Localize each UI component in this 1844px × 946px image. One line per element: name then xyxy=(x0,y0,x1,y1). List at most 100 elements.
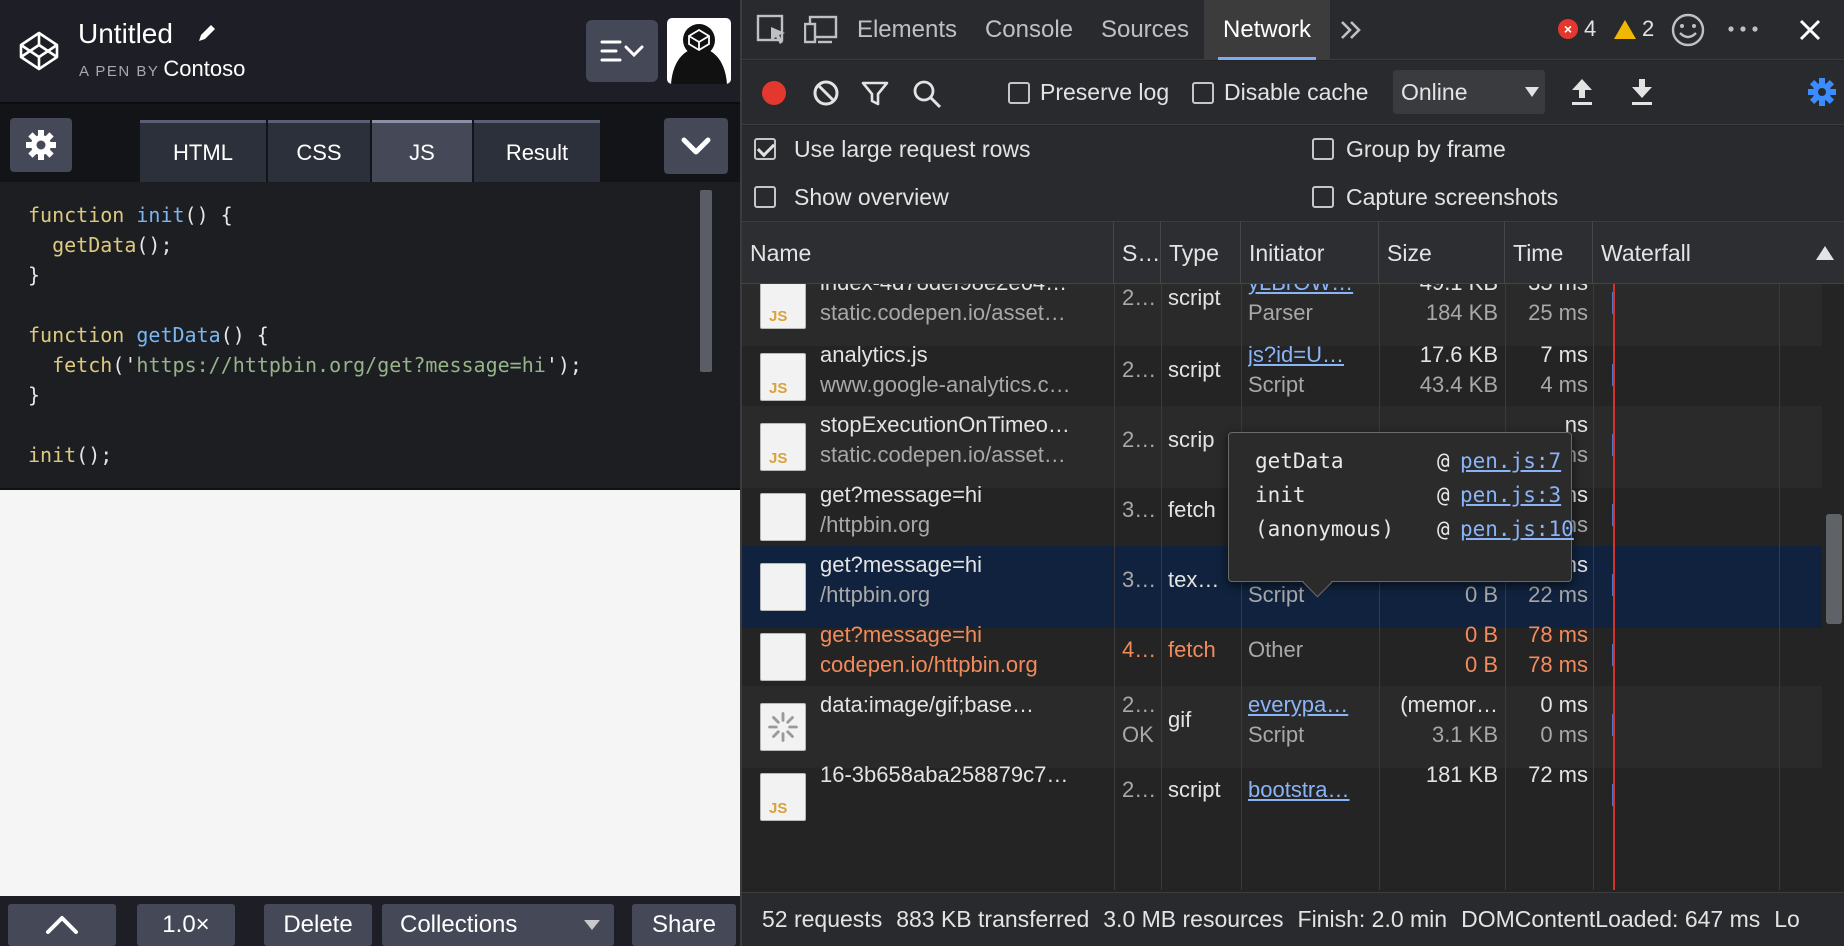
large-rows-label[interactable]: Use large request rows xyxy=(794,136,1031,163)
tab-js[interactable]: JS xyxy=(372,120,472,182)
group-by-frame-label[interactable]: Group by frame xyxy=(1346,136,1506,163)
request-name[interactable]: data:image/gif;base… xyxy=(820,692,1110,718)
capture-screenshots-label[interactable]: Capture screenshots xyxy=(1346,184,1558,211)
request-status: 2… xyxy=(1122,427,1157,452)
network-request-list[interactable]: index-4d78def98e2e64… static.codepen.io/a… xyxy=(742,284,1822,890)
share-button[interactable]: Share xyxy=(632,904,736,946)
call-stack-frame: (anonymous) @ pen.js:10 xyxy=(1255,517,1574,547)
import-har-icon[interactable] xyxy=(1570,77,1594,107)
code-text: () { xyxy=(184,203,233,227)
codepen-logo-icon[interactable] xyxy=(18,30,60,72)
request-row[interactable]: 16-3b658aba258879c7… 2… script bootstra… 181… xyxy=(742,756,1822,838)
byline-label: A PEN BY xyxy=(79,63,160,80)
export-har-icon[interactable] xyxy=(1630,77,1654,107)
warning-icon xyxy=(1614,19,1636,39)
more-options-icon[interactable] xyxy=(1726,24,1760,34)
code-text: } xyxy=(28,263,41,287)
codepen-header: Untitled A PEN BY Contoso xyxy=(0,0,740,104)
col-time[interactable]: Time xyxy=(1505,222,1593,284)
collections-button[interactable]: Collections xyxy=(382,904,614,946)
tab-css[interactable]: CSS xyxy=(268,120,370,182)
feedback-smiley-icon[interactable] xyxy=(1670,12,1706,48)
col-name[interactable]: Name xyxy=(742,222,1114,284)
editor-scrollbar[interactable] xyxy=(700,190,712,372)
request-name[interactable]: get?message=hi xyxy=(820,482,1110,508)
request-initiator-link[interactable]: everypa… xyxy=(1248,692,1376,718)
group-by-frame-checkbox[interactable] xyxy=(1312,138,1334,160)
inspect-element-icon[interactable] xyxy=(756,14,788,46)
scrollbar-thumb[interactable] xyxy=(1826,514,1842,624)
expand-console-button[interactable] xyxy=(8,904,116,946)
tab-result[interactable]: Result xyxy=(474,120,600,182)
request-size-transferred: 181 KB xyxy=(1425,762,1498,787)
layout-menu-icon xyxy=(600,40,644,62)
request-size-resource: 3.1 KB xyxy=(1431,722,1498,747)
gear-icon xyxy=(26,130,56,160)
col-status[interactable]: S… xyxy=(1114,222,1161,284)
collapse-editor-button[interactable] xyxy=(664,118,728,174)
tab-sources[interactable]: Sources xyxy=(1090,0,1200,60)
js-code-editor[interactable]: function init() { getData(); } function … xyxy=(0,182,740,488)
large-rows-checkbox[interactable] xyxy=(754,138,776,160)
show-overview-checkbox[interactable] xyxy=(754,186,776,208)
tab-console[interactable]: Console xyxy=(970,0,1088,60)
document-file-icon xyxy=(760,493,806,541)
stack-source-link[interactable]: pen.js:10 xyxy=(1460,517,1574,541)
code-line: function init() { xyxy=(28,200,740,230)
tab-elements[interactable]: Elements xyxy=(846,0,968,60)
stack-at-symbol: @ xyxy=(1437,517,1450,541)
result-preview[interactable] xyxy=(0,488,740,896)
stack-source-link[interactable]: pen.js:7 xyxy=(1460,449,1561,473)
delete-button[interactable]: Delete xyxy=(264,904,372,946)
request-name[interactable]: index-4d78def98e2e64… xyxy=(820,284,1110,296)
request-name[interactable]: get?message=hi xyxy=(820,552,1110,578)
disable-cache-checkbox[interactable] xyxy=(1192,82,1214,104)
network-settings-pane: Use large request rows Group by frame Sh… xyxy=(742,126,1844,222)
request-latency: 78 ms xyxy=(1528,652,1588,677)
search-icon[interactable] xyxy=(912,79,942,109)
pen-author[interactable]: Contoso xyxy=(163,56,245,81)
stack-source-link[interactable]: pen.js:3 xyxy=(1460,483,1561,507)
warning-count: 2 xyxy=(1642,16,1655,41)
col-type[interactable]: Type xyxy=(1161,222,1241,284)
editor-settings-button[interactable] xyxy=(10,118,72,172)
device-toolbar-icon[interactable] xyxy=(804,14,838,46)
js-file-icon xyxy=(760,284,806,329)
request-name[interactable]: stopExecutionOnTimeo… xyxy=(820,412,1110,438)
preserve-log-checkbox[interactable] xyxy=(1008,82,1030,104)
throttling-select[interactable]: Online xyxy=(1393,70,1545,114)
capture-screenshots-checkbox[interactable] xyxy=(1312,186,1334,208)
error-icon: × xyxy=(1558,19,1578,39)
zoom-button[interactable]: 1.0× xyxy=(137,904,235,946)
request-status: 3… xyxy=(1122,497,1157,522)
request-initiator-link[interactable]: js?id=U… xyxy=(1248,342,1376,368)
layout-menu-button[interactable] xyxy=(586,20,658,82)
show-overview-label[interactable]: Show overview xyxy=(794,184,949,211)
preserve-log-label[interactable]: Preserve log xyxy=(1040,79,1169,106)
record-icon[interactable] xyxy=(760,79,788,107)
col-initiator[interactable]: Initiator xyxy=(1241,222,1379,284)
tab-html[interactable]: HTML xyxy=(140,120,266,182)
request-initiator-link[interactable]: yLBrOW… xyxy=(1248,284,1376,296)
pen-title[interactable]: Untitled xyxy=(78,18,173,50)
tab-network[interactable]: Network xyxy=(1204,0,1330,60)
disable-cache-label[interactable]: Disable cache xyxy=(1224,79,1368,106)
clear-icon[interactable] xyxy=(812,79,840,107)
user-avatar[interactable] xyxy=(667,18,731,84)
network-settings-gear-icon[interactable] xyxy=(1806,76,1838,108)
warning-count-badge[interactable]: 2 xyxy=(1614,16,1654,42)
request-initiator-link[interactable]: bootstra… xyxy=(1248,777,1376,803)
col-waterfall[interactable]: Waterfall xyxy=(1593,222,1844,284)
request-name[interactable]: get?message=hi xyxy=(820,622,1110,648)
close-icon[interactable] xyxy=(1798,18,1822,42)
request-status: 2… xyxy=(1122,357,1157,382)
request-list-scrollbar[interactable] xyxy=(1822,284,1844,890)
request-name[interactable]: 16-3b658aba258879c7… xyxy=(820,762,1110,788)
filter-icon[interactable] xyxy=(860,79,890,107)
more-tabs-icon[interactable] xyxy=(1338,18,1364,42)
request-name[interactable]: analytics.js xyxy=(820,342,1110,368)
edit-pencil-icon[interactable] xyxy=(196,22,218,44)
stack-at-symbol: @ xyxy=(1437,483,1450,507)
col-size[interactable]: Size xyxy=(1379,222,1505,284)
error-count-badge[interactable]: × 4 xyxy=(1558,16,1596,42)
